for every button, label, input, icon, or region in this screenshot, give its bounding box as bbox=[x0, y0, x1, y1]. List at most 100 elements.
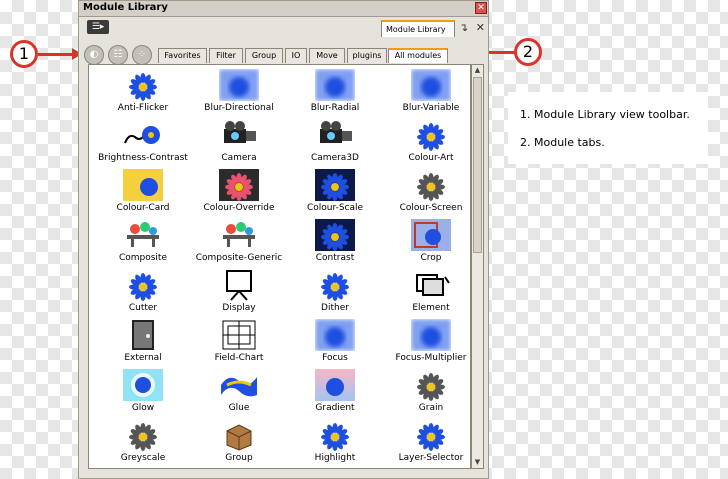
tab-move[interactable]: Move bbox=[309, 48, 345, 63]
module-label: Highlight bbox=[314, 453, 356, 463]
module-item[interactable]: Anti-Flicker bbox=[97, 69, 189, 119]
module-label: Colour-Art bbox=[408, 153, 454, 163]
module-item[interactable]: Camera bbox=[193, 119, 285, 169]
module-item[interactable]: Colour-Scale bbox=[289, 169, 381, 219]
module-item[interactable]: Contrast bbox=[289, 219, 381, 269]
module-label: Gradient bbox=[315, 403, 355, 413]
display-icon bbox=[219, 269, 259, 301]
flower-dark-icon bbox=[315, 219, 355, 251]
module-item[interactable]: Colour-Override bbox=[193, 169, 285, 219]
module-item[interactable]: Dither bbox=[289, 269, 381, 319]
module-label: Colour-Override bbox=[203, 203, 275, 213]
tab-plugins[interactable]: plugins bbox=[347, 48, 387, 63]
flower-pink-icon bbox=[219, 169, 259, 201]
module-item[interactable]: Colour-Art bbox=[385, 119, 470, 169]
flower-icon bbox=[315, 269, 355, 301]
external-icon bbox=[123, 319, 163, 351]
module-label: Display bbox=[222, 303, 256, 313]
blur-icon bbox=[315, 319, 355, 351]
module-label: Brightness-Contrast bbox=[98, 153, 188, 163]
module-item[interactable]: Highlight bbox=[289, 419, 381, 468]
module-label: Composite-Generic bbox=[195, 253, 283, 263]
module-item[interactable]: Grain bbox=[385, 369, 470, 419]
module-item[interactable]: Cutter bbox=[97, 269, 189, 319]
flower-icon bbox=[411, 119, 451, 151]
composite-icon bbox=[123, 219, 163, 251]
module-label: Focus-Multiplier bbox=[395, 353, 467, 363]
module-label: Glue bbox=[228, 403, 250, 413]
module-grid-panel: Anti-Flicker Blur-Directional Blur-Radial B… bbox=[88, 64, 471, 469]
composite-icon bbox=[219, 219, 259, 251]
module-item[interactable]: Blur-Directional bbox=[193, 69, 285, 119]
field-chart-icon bbox=[219, 319, 259, 351]
tab-io[interactable]: IO bbox=[285, 48, 307, 63]
module-item[interactable]: Composite bbox=[97, 219, 189, 269]
callout-2-number: 2 bbox=[522, 42, 534, 61]
legend-box: 1. Module Library view toolbar. 2. Modul… bbox=[508, 92, 708, 164]
module-item[interactable]: Glue bbox=[193, 369, 285, 419]
tab-favorites[interactable]: Favorites bbox=[158, 48, 207, 63]
module-label: Colour-Scale bbox=[306, 203, 364, 213]
callout-1-arrow bbox=[38, 53, 72, 56]
module-item[interactable]: Element bbox=[385, 269, 470, 319]
module-item[interactable]: Glow bbox=[97, 369, 189, 419]
module-item[interactable]: Colour-Card bbox=[97, 169, 189, 219]
module-item[interactable]: Group bbox=[193, 419, 285, 468]
flower-icon bbox=[315, 419, 355, 451]
module-item[interactable]: External bbox=[97, 319, 189, 369]
module-item[interactable]: Display bbox=[193, 269, 285, 319]
list-view-icon[interactable]: ☷ bbox=[108, 45, 128, 65]
flower-dark-icon bbox=[315, 169, 355, 201]
module-label: Colour-Screen bbox=[399, 203, 463, 213]
single-view-icon[interactable]: ◐ bbox=[84, 45, 104, 65]
view-controls[interactable]: ↴ ✕ bbox=[459, 21, 487, 34]
tab-all-modules[interactable]: All modules bbox=[388, 48, 448, 63]
thumbnail-view-icon[interactable]: ⁘ bbox=[132, 45, 152, 65]
module-label: Blur-Directional bbox=[204, 103, 274, 113]
module-label: Greyscale bbox=[120, 453, 166, 463]
blur-icon bbox=[219, 69, 259, 101]
module-label: External bbox=[124, 353, 162, 363]
blur-icon bbox=[315, 69, 355, 101]
module-label: Anti-Flicker bbox=[117, 103, 169, 113]
scroll-up-icon[interactable]: ▲ bbox=[473, 66, 482, 75]
callout-2: 2 bbox=[514, 38, 542, 66]
scroll-down-icon[interactable]: ▼ bbox=[473, 458, 482, 467]
view-tab-module-library[interactable]: Module Library bbox=[381, 20, 455, 37]
module-label: Camera3D bbox=[311, 153, 359, 163]
module-item[interactable]: Focus bbox=[289, 319, 381, 369]
module-item[interactable]: Field-Chart bbox=[193, 319, 285, 369]
module-item[interactable]: Colour-Screen bbox=[385, 169, 470, 219]
module-item[interactable]: Greyscale bbox=[97, 419, 189, 468]
module-label: Blur-Variable bbox=[402, 103, 460, 113]
blur-icon bbox=[411, 319, 451, 351]
tab-group[interactable]: Group bbox=[245, 48, 283, 63]
tab-filter[interactable]: Filter bbox=[209, 48, 243, 63]
module-label: Dither bbox=[321, 303, 349, 313]
module-item[interactable]: Gradient bbox=[289, 369, 381, 419]
module-item[interactable]: Layer-Selector bbox=[385, 419, 470, 468]
module-item[interactable]: Camera3D bbox=[289, 119, 381, 169]
module-item[interactable]: Blur-Variable bbox=[385, 69, 470, 119]
module-item[interactable]: Crop bbox=[385, 219, 470, 269]
module-item[interactable]: Brightness-Contrast bbox=[97, 119, 189, 169]
module-label: Element bbox=[412, 303, 450, 313]
module-item[interactable]: Composite-Generic bbox=[193, 219, 285, 269]
close-button[interactable]: ✕ bbox=[475, 2, 487, 14]
flower-grey-icon bbox=[411, 169, 451, 201]
module-library-window: Module Library ✕ ☰▸ Module Library ↴ ✕ ◐… bbox=[78, 0, 489, 479]
vertical-scrollbar[interactable]: ▲ ▼ bbox=[471, 64, 484, 469]
module-item[interactable]: Blur-Radial bbox=[289, 69, 381, 119]
glow-icon bbox=[123, 369, 163, 401]
glue-icon bbox=[219, 369, 259, 401]
module-label: Composite bbox=[118, 253, 168, 263]
module-label: Blur-Radial bbox=[310, 103, 360, 113]
module-label: Focus bbox=[322, 353, 348, 363]
module-item[interactable]: Focus-Multiplier bbox=[385, 319, 470, 369]
scroll-thumb[interactable] bbox=[473, 77, 482, 253]
view-bar: ☰▸ Module Library ↴ ✕ bbox=[79, 17, 488, 37]
view-menu-icon[interactable]: ☰▸ bbox=[87, 20, 109, 34]
flower-grey-icon bbox=[411, 369, 451, 401]
camera-icon bbox=[219, 119, 259, 151]
blur-icon bbox=[411, 69, 451, 101]
